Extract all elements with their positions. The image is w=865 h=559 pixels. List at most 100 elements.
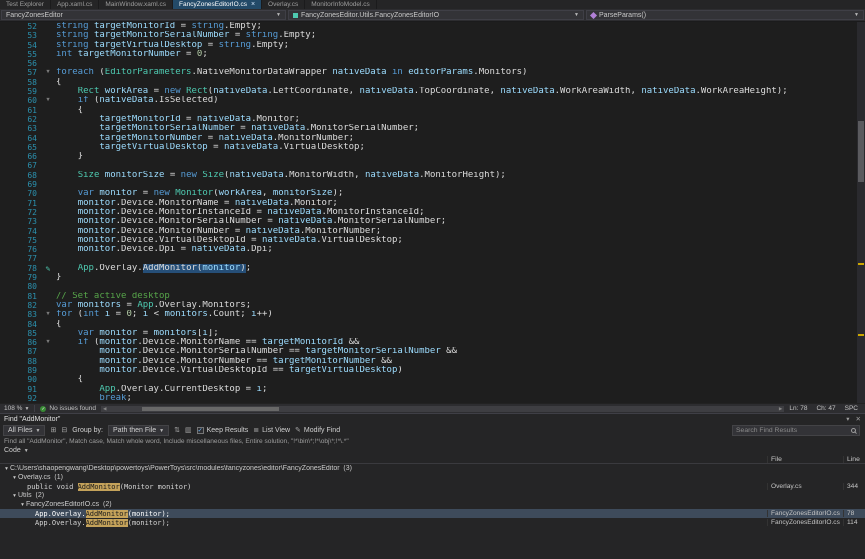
line-number[interactable]: 89 <box>0 366 40 375</box>
line-number[interactable]: 55 <box>0 50 40 59</box>
line-number[interactable]: 65 <box>0 143 40 152</box>
line-number[interactable]: 87 <box>0 347 40 356</box>
vertical-scrollbar[interactable] <box>857 22 865 403</box>
modify-find-button[interactable]: ✎ Modify Find <box>295 426 340 435</box>
result-group-row[interactable]: ▾Overlay.cs (1) <box>0 473 865 482</box>
tab-mainwindow-xaml-cs[interactable]: MainWindow.xaml.cs <box>99 0 173 9</box>
code-line[interactable]: 75 monitor.Device.VirtualDesktopId = nat… <box>0 236 865 245</box>
line-number[interactable]: 71 <box>0 199 40 208</box>
document-health-indicator[interactable]: ✓ No issues found <box>40 405 96 412</box>
line-number[interactable]: 54 <box>0 41 40 50</box>
code-line[interactable]: 56 <box>0 59 865 68</box>
list-view-toggle[interactable]: ≣ List View <box>253 426 290 435</box>
code-line[interactable]: 88 monitor.Device.MonitorNumber == targe… <box>0 357 865 366</box>
code-line[interactable]: 72 monitor.Device.MonitorInstanceId = na… <box>0 208 865 217</box>
tab-overlay-cs[interactable]: Overlay.cs <box>262 0 305 9</box>
code-line[interactable]: 74 monitor.Device.MonitorNumber = native… <box>0 227 865 236</box>
tab-monitorinfomodel-cs[interactable]: MonitorInfoModel.cs <box>305 0 377 9</box>
line-number[interactable]: 64 <box>0 134 40 143</box>
type-dropdown[interactable]: FancyZonesEditor.Utils.FancyZonesEditorI… <box>288 10 584 20</box>
code-line[interactable]: 55int targetMonitorNumber = 0; <box>0 50 865 59</box>
code-line[interactable]: 79} <box>0 273 865 282</box>
code-line[interactable]: 87 monitor.Device.MonitorSerialNumber ==… <box>0 347 865 356</box>
fold-arrow-icon[interactable]: ▼ <box>40 96 56 105</box>
line-number[interactable]: 57 <box>0 68 40 77</box>
line-number[interactable]: 86 <box>0 338 40 347</box>
result-row[interactable]: public void AddMonitor(Monitor monitor)O… <box>0 482 865 491</box>
code-line[interactable]: 71 monitor.Device.MonitorName = nativeDa… <box>0 199 865 208</box>
line-number[interactable]: 88 <box>0 357 40 366</box>
line-number[interactable]: 61 <box>0 106 40 115</box>
code-line[interactable]: 63 targetMonitorSerialNumber = nativeDat… <box>0 124 865 133</box>
line-number[interactable]: 69 <box>0 180 40 189</box>
code-line[interactable]: 69 <box>0 180 865 189</box>
scroll-left-icon[interactable]: ◀ <box>103 406 106 412</box>
line-number[interactable]: 81 <box>0 292 40 301</box>
scrollbar-thumb[interactable] <box>858 121 864 182</box>
line-number[interactable]: 80 <box>0 282 40 291</box>
code-line[interactable]: 78✎ App.Overlay.AddMonitor(monitor); <box>0 264 865 273</box>
line-number[interactable]: 52 <box>0 22 40 31</box>
tab-test-explorer[interactable]: Test Explorer <box>0 0 51 9</box>
member-dropdown[interactable]: ParseParams() ▼ <box>586 10 864 20</box>
line-number[interactable]: 74 <box>0 227 40 236</box>
line-number[interactable]: 79 <box>0 273 40 282</box>
fold-arrow-icon[interactable]: ▼ <box>40 68 56 77</box>
window-position-icon[interactable]: ▾ <box>846 415 849 423</box>
line-number[interactable]: 59 <box>0 87 40 96</box>
expand-arrow-icon[interactable]: ▾ <box>11 475 18 481</box>
group-by-dropdown[interactable]: Path then File ▼ <box>108 425 169 436</box>
code-line[interactable]: 86▼ if (monitor.Device.MonitorName == ta… <box>0 338 865 347</box>
code-line[interactable]: 58{ <box>0 78 865 87</box>
line-number[interactable]: 92 <box>0 394 40 403</box>
keep-results-toggle[interactable]: ✓ Keep Results <box>197 427 249 434</box>
code-line[interactable]: 80 <box>0 282 865 291</box>
line-number[interactable]: 75 <box>0 236 40 245</box>
file-column-header[interactable]: File <box>767 456 843 463</box>
line-number[interactable]: 76 <box>0 245 40 254</box>
close-icon[interactable]: × <box>251 2 255 8</box>
code-line[interactable]: 76 monitor.Device.Dpi = nativeData.Dpi; <box>0 245 865 254</box>
expand-arrow-icon[interactable]: ▾ <box>19 502 26 508</box>
line-number[interactable]: 60 <box>0 96 40 105</box>
result-group-row[interactable]: ▾C:\Users\shaopengwang\Desktop\powertoys… <box>0 464 865 473</box>
code-line[interactable]: 66 } <box>0 152 865 161</box>
code-section-dropdown[interactable]: Code ▼ <box>0 446 865 455</box>
project-dropdown[interactable]: FancyZonesEditor ▼ <box>1 10 286 20</box>
line-number[interactable]: 85 <box>0 329 40 338</box>
line-number[interactable]: 62 <box>0 115 40 124</box>
fold-arrow-icon[interactable]: ▼ <box>40 310 56 319</box>
line-number[interactable]: 78 <box>0 264 40 273</box>
line-number[interactable]: 67 <box>0 161 40 170</box>
code-line[interactable]: 84{ <box>0 320 865 329</box>
tab-app-xaml-cs[interactable]: App.xaml.cs <box>51 0 99 9</box>
code-line[interactable]: 92 break; <box>0 394 865 403</box>
code-line[interactable]: 57▼foreach (EditorParameters.NativeMonit… <box>0 68 865 77</box>
code-line[interactable]: 91 App.Overlay.CurrentDesktop = i; <box>0 385 865 394</box>
result-group-row[interactable]: ▾FancyZonesEditorIO.cs (2) <box>0 500 865 509</box>
horizontal-scrollbar[interactable]: ◀ ▶ <box>101 406 784 412</box>
code-line[interactable]: 85 var monitor = monitors[i]; <box>0 329 865 338</box>
line-number[interactable]: 73 <box>0 217 40 226</box>
code-line[interactable]: 64 targetMonitorNumber = nativeData.Moni… <box>0 134 865 143</box>
line-number[interactable]: 68 <box>0 171 40 180</box>
result-row[interactable]: App.Overlay.AddMonitor(monitor);FancyZon… <box>0 518 865 527</box>
code-line[interactable]: 62 targetMonitorId = nativeData.Monitor; <box>0 115 865 124</box>
code-line[interactable]: 59 Rect workArea = new Rect(nativeData.L… <box>0 87 865 96</box>
zoom-control[interactable]: 108 % ▼ <box>4 405 29 412</box>
line-number[interactable]: 72 <box>0 208 40 217</box>
code-line[interactable]: 54string targetVirtualDesktop = string.E… <box>0 41 865 50</box>
code-line[interactable]: 65 targetVirtualDesktop = nativeData.Vir… <box>0 143 865 152</box>
scope-dropdown[interactable]: All Files ▼ <box>3 425 45 436</box>
line-number[interactable]: 53 <box>0 31 40 40</box>
find-results-title-bar[interactable]: Find "AddMonitor" ▾ ✕ <box>0 414 865 424</box>
result-group-row[interactable]: ▾Utils (2) <box>0 491 865 500</box>
line-number[interactable]: 70 <box>0 189 40 198</box>
code-line[interactable]: 67 <box>0 161 865 170</box>
sort-icon[interactable]: ⇅ <box>174 426 180 435</box>
result-row[interactable]: App.Overlay.AddMonitor(monitor);FancyZon… <box>0 509 865 518</box>
line-number[interactable]: 82 <box>0 301 40 310</box>
code-line[interactable]: 53string targetMonitorSerialNumber = str… <box>0 31 865 40</box>
code-line[interactable]: 68 Size monitorSize = new Size(nativeDat… <box>0 171 865 180</box>
columns-icon[interactable]: ▥ <box>185 426 192 435</box>
